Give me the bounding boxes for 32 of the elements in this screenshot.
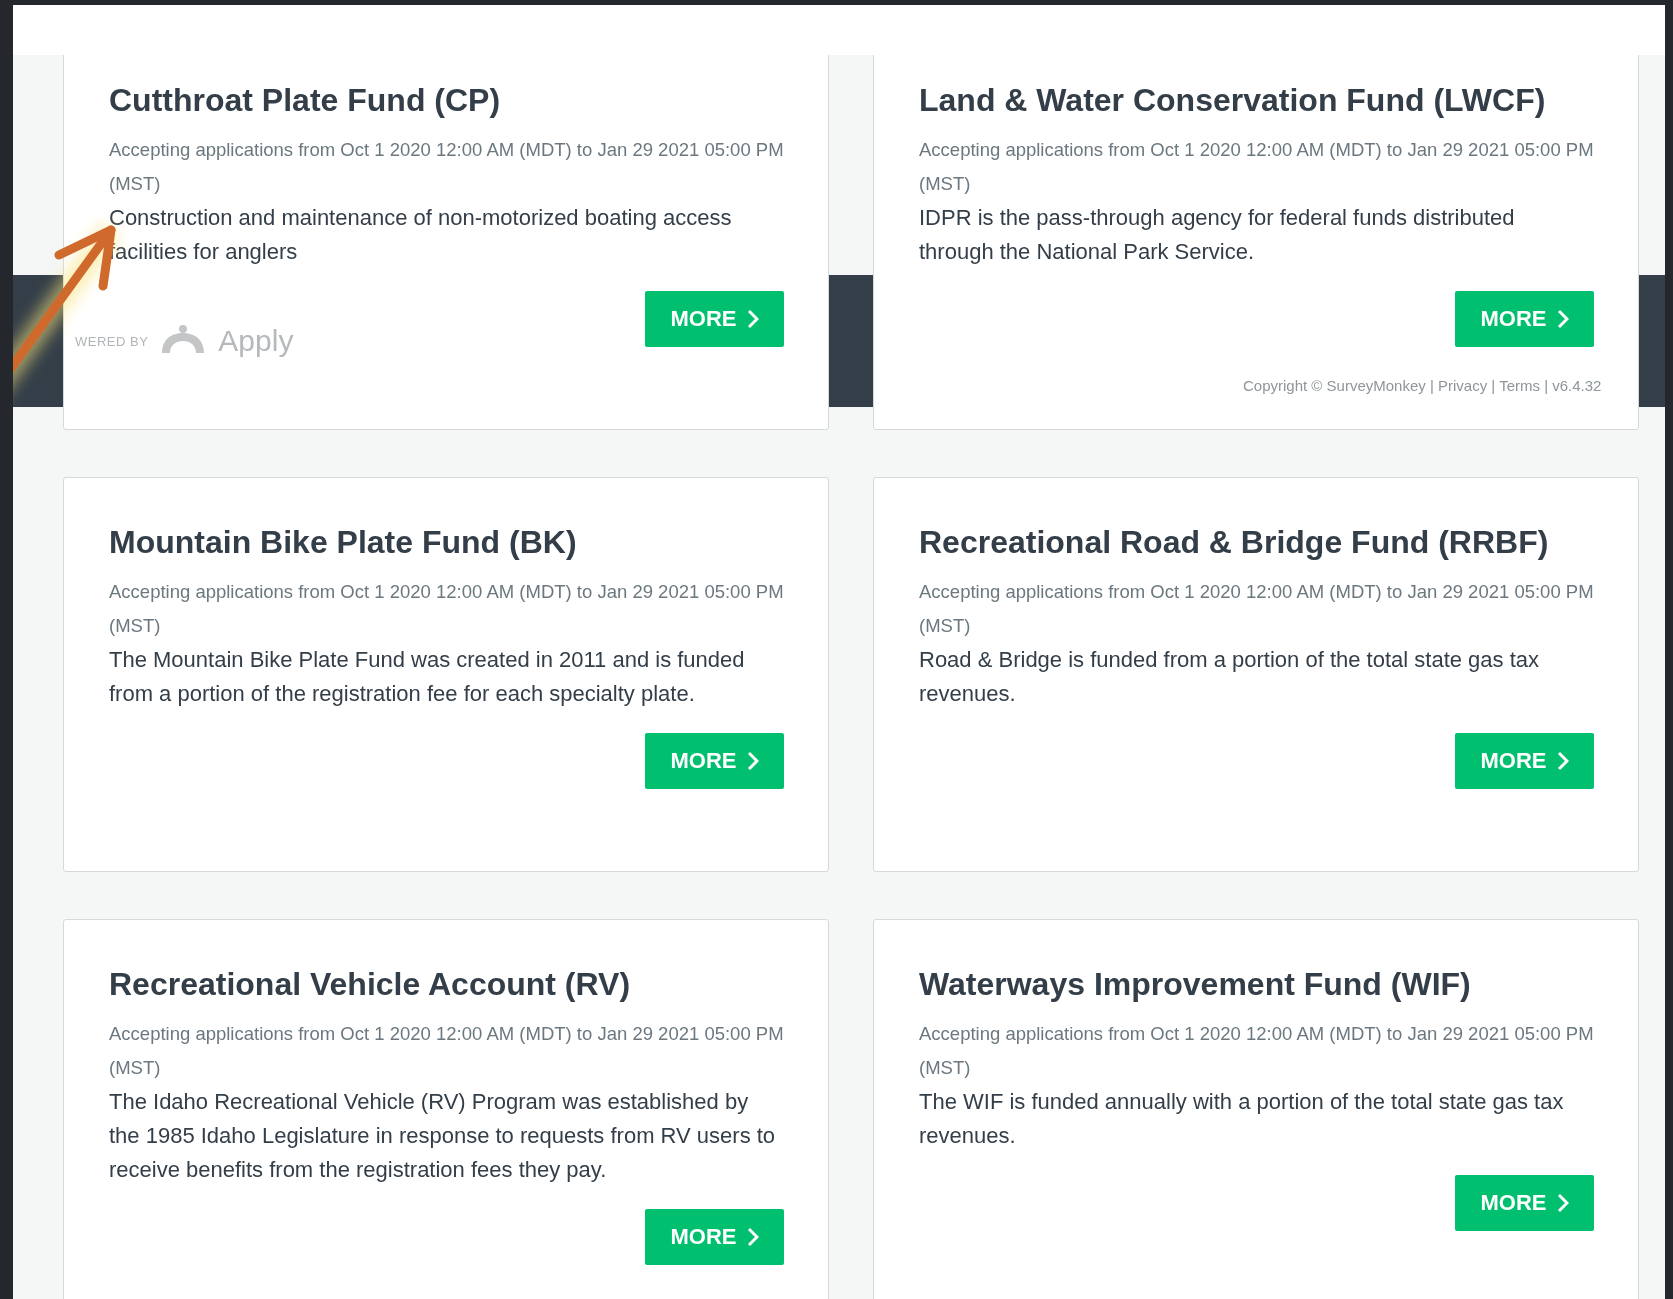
chevron-icon: [1556, 751, 1569, 771]
card-title: Land & Water Conservation Fund (LWCF): [919, 82, 1547, 119]
availability-text: Accepting applications from Oct 1 2020 12:00 AM (MDT) to Jan 29 2021 05:00 PM (MST): [919, 138, 1594, 196]
card-description: The Mountain Bike Plate Fund was created in 2011 and is funded from a portion of the registration fee for each specialty plate.: [109, 646, 746, 708]
availability-text: Accepting applications from Oct 1 2020 12:00 AM (MDT) to Jan 29 2021 05:00 PM (MST): [109, 580, 784, 638]
more-button[interactable]: MORE: [645, 291, 784, 347]
more-button[interactable]: MORE: [1455, 1175, 1594, 1231]
chevron-icon: [746, 751, 759, 771]
availability-text: Accepting applications from Oct 1 2020 12:00 AM (MDT) to Jan 29 2021 05:00 PM (MST): [919, 580, 1594, 638]
chevron-icon: [1556, 1193, 1569, 1213]
availability-text: Accepting applications from Oct 1 2020 12:00 AM (MDT) to Jan 29 2021 05:00 PM (MST): [109, 1022, 784, 1080]
card-title: Waterways Improvement Fund (WIF): [919, 966, 1472, 1003]
more-button[interactable]: MORE: [645, 733, 784, 789]
copyright-text: Copyright © SurveyMonkey | Privacy | Terms | v6.4.32: [1243, 377, 1602, 394]
availability-text: Accepting applications from Oct 1 2020 12:00 AM (MDT) to Jan 29 2021 05:00 PM (MST): [109, 138, 784, 196]
card-title: Recreational Road & Bridge Fund (RRBF): [919, 524, 1550, 561]
card-title: Mountain Bike Plate Fund (BK): [109, 524, 578, 561]
chevron-icon: [746, 309, 759, 329]
card-description: Road & Bridge is funded from a portion of the total state gas tax revenues.: [919, 646, 1541, 708]
logo-text: Apply: [218, 324, 294, 358]
card-title: Recreational Vehicle Account (RV): [109, 966, 632, 1003]
card-title: Cutthroat Plate Fund (CP): [109, 82, 502, 119]
more-button[interactable]: MORE: [1455, 733, 1594, 789]
card-description: The WIF is funded annually with a portion of the total state gas tax revenues.: [919, 1088, 1565, 1150]
availability-text: Accepting applications from Oct 1 2020 12:00 AM (MDT) to Jan 29 2021 05:00 PM (MST): [919, 1022, 1594, 1080]
chevron-icon: [746, 1227, 759, 1247]
more-button[interactable]: MORE: [1455, 291, 1594, 347]
powered-by-text: WERED BY: [75, 333, 149, 349]
more-button[interactable]: MORE: [645, 1209, 784, 1265]
card-description: The Idaho Recreational Vehicle (RV) Program was established by the 1985 Idaho Legislature in response to requests from RV users to receive benefits from the registration fees they pay.: [109, 1088, 777, 1184]
chevron-icon: [1556, 309, 1569, 329]
card-description: IDPR is the pass-through agency for federal funds distributed through the National Park Service.: [919, 204, 1516, 266]
